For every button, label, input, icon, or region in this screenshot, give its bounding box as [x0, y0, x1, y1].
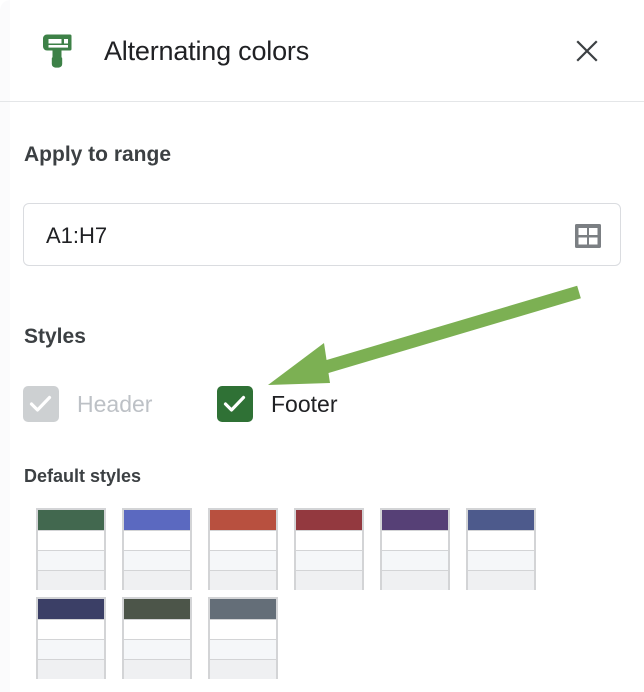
swatch-header-row	[210, 599, 276, 619]
swatch-body-row	[38, 550, 104, 570]
swatch-header-row	[124, 510, 190, 530]
page-title: Alternating colors	[104, 36, 310, 66]
footer-checkbox-row[interactable]: Footer	[217, 386, 337, 422]
swatch-header-row	[468, 510, 534, 530]
swatch-body-row	[296, 530, 362, 550]
style-swatch-dark-red[interactable]	[294, 508, 364, 590]
range-input[interactable]	[46, 223, 526, 249]
swatch-body-row	[382, 530, 448, 550]
style-swatch-red[interactable]	[208, 508, 278, 590]
style-swatch-dark-olive[interactable]	[122, 597, 192, 679]
swatch-body-row	[124, 530, 190, 550]
style-swatch-navy[interactable]	[36, 597, 106, 679]
swatch-header-row	[210, 510, 276, 530]
default-styles-label: Default styles	[24, 466, 142, 486]
swatch-body-row	[210, 639, 276, 659]
alternating-colors-dialog: Alternating colors Apply to range Styles	[0, 0, 644, 692]
footer-checkbox[interactable]	[217, 386, 253, 422]
swatch-body-row	[382, 550, 448, 570]
swatch-body-row	[124, 639, 190, 659]
swatch-body-row	[124, 659, 190, 679]
swatch-body-row	[468, 550, 534, 570]
swatch-body-row	[210, 550, 276, 570]
swatch-header-row	[382, 510, 448, 530]
swatch-body-row	[38, 570, 104, 590]
swatch-header-row	[38, 510, 104, 530]
swatch-body-row	[38, 639, 104, 659]
swatch-body-row	[210, 570, 276, 590]
select-data-range-grid-icon[interactable]	[572, 220, 604, 252]
style-swatch-blue-violet[interactable]	[122, 508, 192, 590]
header-checkbox-label: Header	[77, 390, 153, 417]
style-swatch-purple[interactable]	[380, 508, 450, 590]
apply-to-range-field[interactable]	[23, 203, 621, 266]
swatch-body-row	[124, 550, 190, 570]
swatch-body-row	[38, 619, 104, 639]
swatch-body-row	[38, 659, 104, 679]
dialog-header: Alternating colors	[0, 0, 644, 102]
footer-checkbox-label: Footer	[271, 390, 338, 417]
swatch-header-row	[296, 510, 362, 530]
swatch-body-row	[296, 550, 362, 570]
swatch-body-row	[382, 570, 448, 590]
header-checkbox	[23, 386, 59, 422]
style-swatch-green[interactable]	[36, 508, 106, 590]
swatch-body-row	[124, 619, 190, 639]
swatch-body-row	[210, 619, 276, 639]
style-swatch-indigo[interactable]	[466, 508, 536, 590]
swatch-body-row	[468, 570, 534, 590]
swatch-body-row	[468, 530, 534, 550]
swatch-header-row	[124, 599, 190, 619]
paint-brush-icon	[37, 31, 77, 71]
swatch-body-row	[210, 659, 276, 679]
header-checkbox-row[interactable]: Header	[23, 386, 152, 422]
style-swatch-slate-gray[interactable]	[208, 597, 278, 679]
swatch-body-row	[38, 530, 104, 550]
styles-label: Styles	[24, 325, 86, 348]
swatch-header-row	[38, 599, 104, 619]
close-button[interactable]	[565, 29, 609, 73]
swatch-body-row	[210, 530, 276, 550]
swatch-body-row	[296, 570, 362, 590]
swatch-body-row	[124, 570, 190, 590]
apply-to-range-label: Apply to range	[24, 143, 172, 166]
